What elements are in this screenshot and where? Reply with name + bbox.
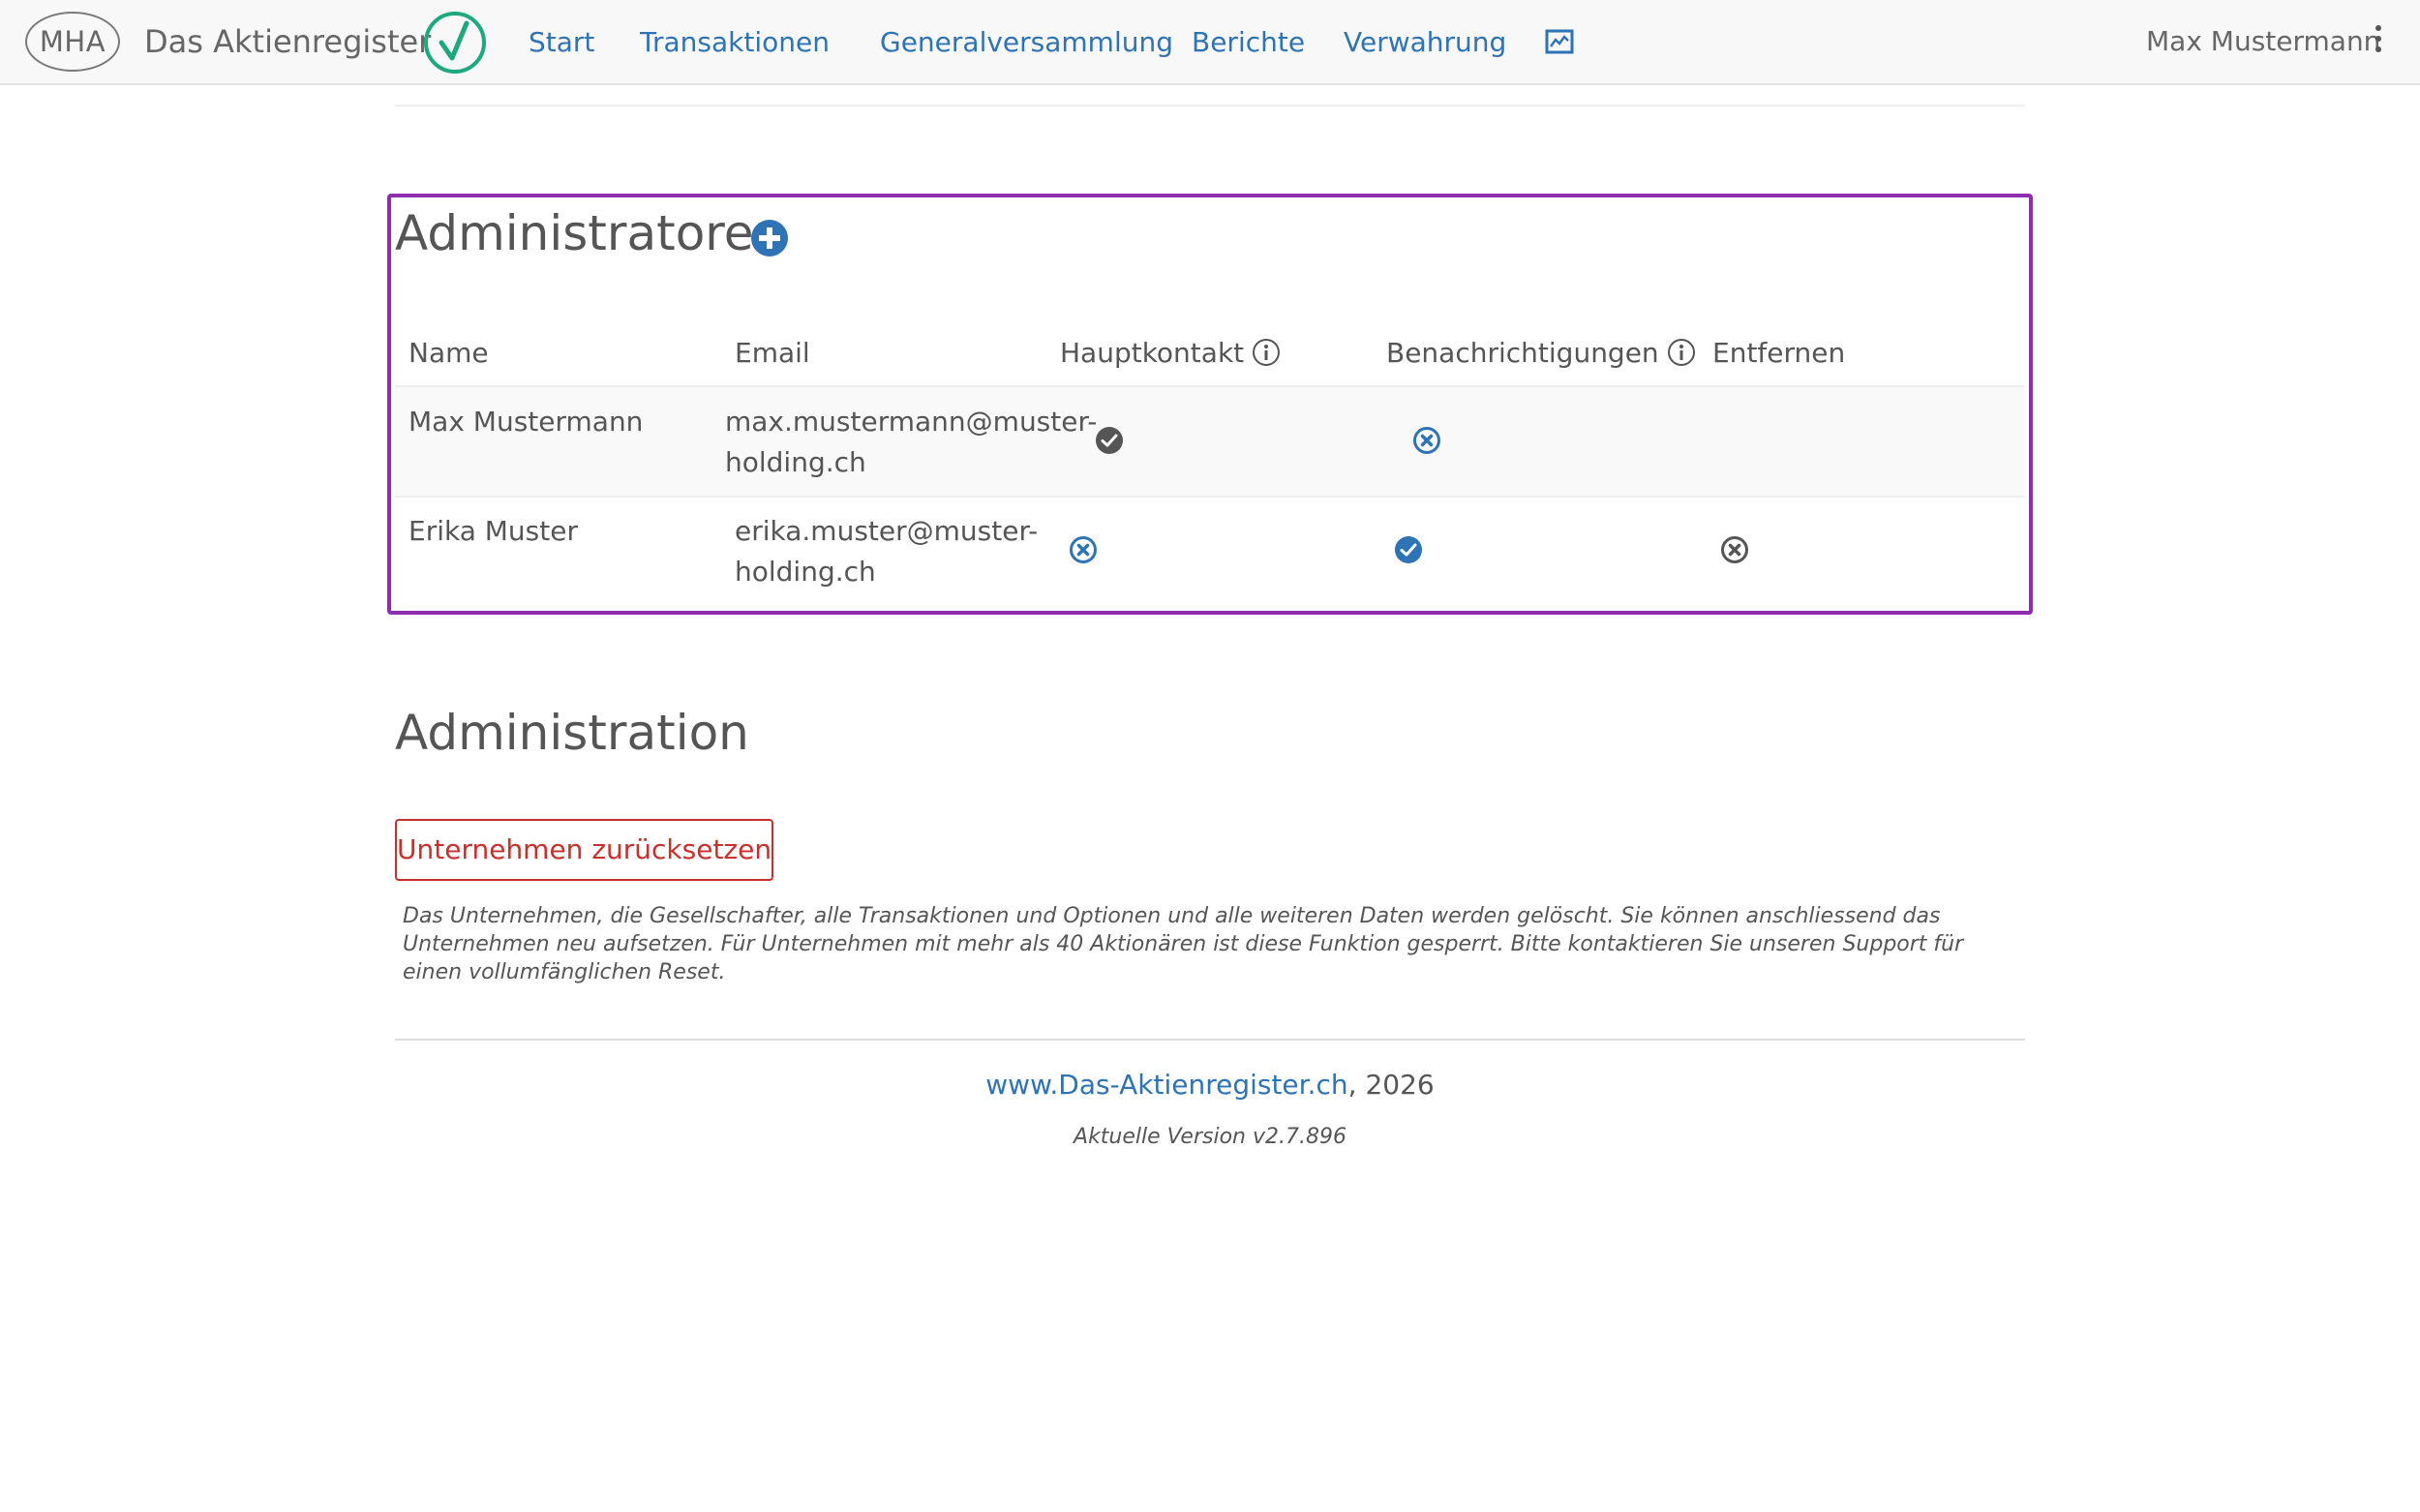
check-circle-icon xyxy=(1096,427,1123,454)
admin-email: max.mustermann@muster- holding.ch xyxy=(725,402,1097,483)
info-icon[interactable] xyxy=(1667,338,1696,367)
set-main-contact-icon[interactable] xyxy=(1069,535,1098,564)
navbar: MHA Das Aktienregister Start Transaktion… xyxy=(0,0,2420,85)
column-header-hauptkontakt: Hauptkontakt xyxy=(1060,337,1281,369)
info-icon[interactable] xyxy=(1252,338,1281,367)
footer-website-link[interactable]: www.Das-Aktienregister.ch xyxy=(985,1069,1347,1101)
column-header-entfernen: Entfernen xyxy=(1712,337,1846,369)
more-menu-icon[interactable] xyxy=(2374,23,2383,54)
chart-icon[interactable] xyxy=(1545,29,1574,54)
admin-name: Erika Muster xyxy=(408,515,578,547)
version-text: Aktuelle Version v2.7.896 xyxy=(1074,1125,1346,1149)
column-header-hauptkontakt-label: Hauptkontakt xyxy=(1060,337,1245,369)
footer-year: , 2026 xyxy=(1347,1069,1435,1101)
admin-email-line: holding.ch xyxy=(735,556,876,588)
footer-divider xyxy=(395,1039,2025,1041)
user-menu[interactable]: Max Mustermann xyxy=(2146,25,2380,57)
notification-on-icon[interactable] xyxy=(1394,535,1423,564)
column-header-benachrichtigungen: Benachrichtigungen xyxy=(1386,337,1696,369)
remove-admin-icon[interactable] xyxy=(1720,535,1749,564)
nav-verwahrung[interactable]: Verwahrung xyxy=(1344,26,1506,58)
brand-name[interactable]: Das Aktienregister xyxy=(144,23,431,60)
administration-title: Administration xyxy=(395,705,749,761)
nav-berichte[interactable]: Berichte xyxy=(1192,26,1305,58)
notification-off-icon[interactable] xyxy=(1412,426,1441,455)
add-administrator-icon[interactable] xyxy=(750,219,789,257)
admin-email: erika.muster@muster- holding.ch xyxy=(735,511,1038,592)
nav-generalversammlung[interactable]: Generalversammlung xyxy=(880,26,1173,58)
reset-warning-text: Das Unternehmen, die Gesellschafter, all… xyxy=(403,904,1964,984)
logo-text: MHA xyxy=(39,25,106,58)
column-header-name: Name xyxy=(408,337,489,369)
admin-name: Max Mustermann xyxy=(408,406,644,438)
checkmark-logo-icon xyxy=(424,12,486,74)
nav-start[interactable]: Start xyxy=(529,26,594,58)
table-row xyxy=(395,496,2025,606)
administrators-title: Administratoren xyxy=(395,205,785,261)
company-logo[interactable]: MHA xyxy=(25,12,120,72)
column-header-email: Email xyxy=(735,337,810,369)
admin-email-line: max.mustermann@muster- xyxy=(725,406,1098,438)
reset-company-button[interactable]: Unternehmen zurücksetzen xyxy=(395,819,773,881)
admin-email-line: erika.muster@muster- xyxy=(735,515,1039,547)
footer-copyright: www.Das-Aktienregister.ch, 2026 xyxy=(0,1069,2420,1101)
column-header-benachrichtigungen-label: Benachrichtigungen xyxy=(1386,337,1659,369)
nav-transaktionen[interactable]: Transaktionen xyxy=(640,26,830,58)
section-divider xyxy=(395,105,2025,106)
admin-email-line: holding.ch xyxy=(725,446,866,478)
